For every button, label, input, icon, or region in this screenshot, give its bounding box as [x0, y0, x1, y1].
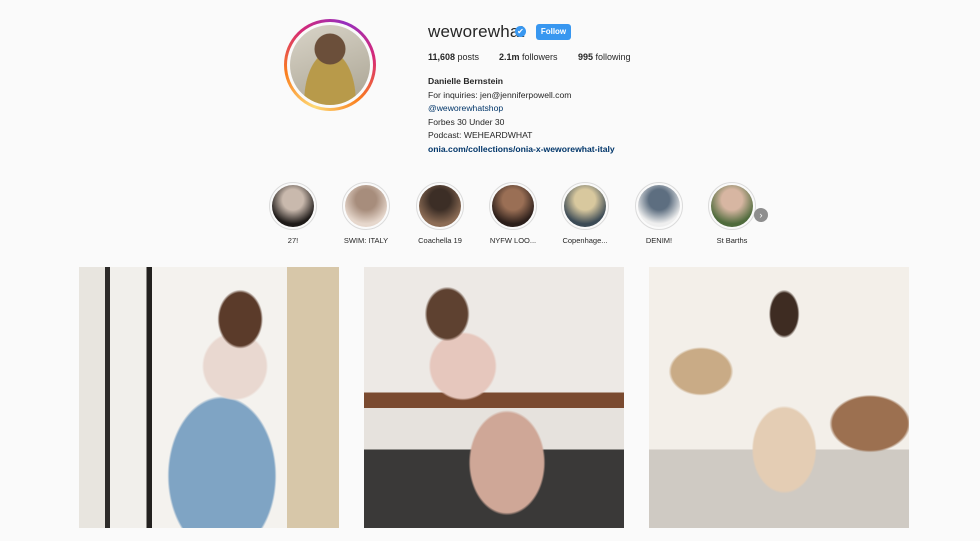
post-thumbnail[interactable]	[79, 267, 339, 528]
highlight-label: Copenhage...	[562, 236, 608, 245]
bio-full-name: Danielle Bernstein	[428, 76, 503, 86]
highlight-label: 27!	[287, 236, 299, 245]
highlight-label: DENIM!	[645, 236, 673, 245]
highlight-label: St Barths	[716, 236, 748, 245]
bio-mention-link[interactable]: @weworewhatshop	[428, 102, 615, 116]
stat-followers[interactable]: 2.1m followers	[499, 52, 558, 62]
highlight-ring	[489, 182, 537, 230]
highlight-thumbnail	[492, 185, 534, 227]
posts-count: 11,608	[428, 52, 456, 62]
highlight-ring	[416, 182, 464, 230]
followers-label: followers	[522, 52, 558, 62]
stat-following[interactable]: 995 following	[578, 52, 631, 62]
highlight-ring	[342, 182, 390, 230]
highlight-thumbnail	[638, 185, 680, 227]
posts-label: posts	[457, 52, 480, 62]
highlight-label: NYFW LOO...	[489, 236, 537, 245]
bio-line-inquiries: For inquiries: jen@jenniferpowell.com	[428, 89, 572, 100]
post-thumbnail[interactable]	[649, 267, 909, 528]
highlight-ring	[708, 182, 756, 230]
highlight-thumbnail	[272, 185, 314, 227]
bio-line-podcast: Podcast: WEHEARDWHAT	[428, 130, 533, 140]
highlight-thumbnail	[711, 185, 753, 227]
bio-external-link[interactable]: onia.com/collections/onia-x-weworewhat-i…	[428, 143, 615, 157]
following-count: 995	[578, 52, 594, 62]
highlight-item[interactable]: Copenhage...	[555, 182, 615, 245]
avatar[interactable]	[290, 25, 370, 105]
highlight-label: Coachella 19	[418, 236, 462, 245]
profile-avatar-ring[interactable]	[284, 19, 376, 111]
highlight-thumbnail	[345, 185, 387, 227]
highlights-next-arrow-icon[interactable]: ›	[754, 208, 768, 222]
highlight-item[interactable]: SWIM: ITALY	[336, 182, 396, 245]
highlight-thumbnail	[419, 185, 461, 227]
avatar-gap	[287, 22, 373, 108]
highlight-thumbnail	[564, 185, 606, 227]
follow-button[interactable]: Follow	[536, 24, 571, 40]
highlight-item[interactable]: St Barths	[702, 182, 762, 245]
profile-username: weworewhat	[428, 22, 525, 41]
highlight-item[interactable]: 27!	[263, 182, 323, 245]
followers-count: 2.1m	[499, 52, 520, 62]
post-thumbnail[interactable]	[364, 267, 624, 528]
highlight-item[interactable]: Coachella 19	[410, 182, 470, 245]
highlight-item[interactable]: NYFW LOO...	[483, 182, 543, 245]
highlight-ring	[561, 182, 609, 230]
highlight-ring	[269, 182, 317, 230]
following-label: following	[595, 52, 631, 62]
profile-bio: Danielle Bernstein For inquiries: jen@je…	[428, 75, 615, 156]
highlight-ring	[635, 182, 683, 230]
highlight-label: SWIM: ITALY	[343, 236, 389, 245]
stat-posts: 11,608 posts	[428, 52, 479, 62]
verified-badge-icon: ✔	[515, 26, 526, 37]
highlight-item[interactable]: DENIM!	[629, 182, 689, 245]
bio-line-forbes: Forbes 30 Under 30	[428, 116, 505, 127]
